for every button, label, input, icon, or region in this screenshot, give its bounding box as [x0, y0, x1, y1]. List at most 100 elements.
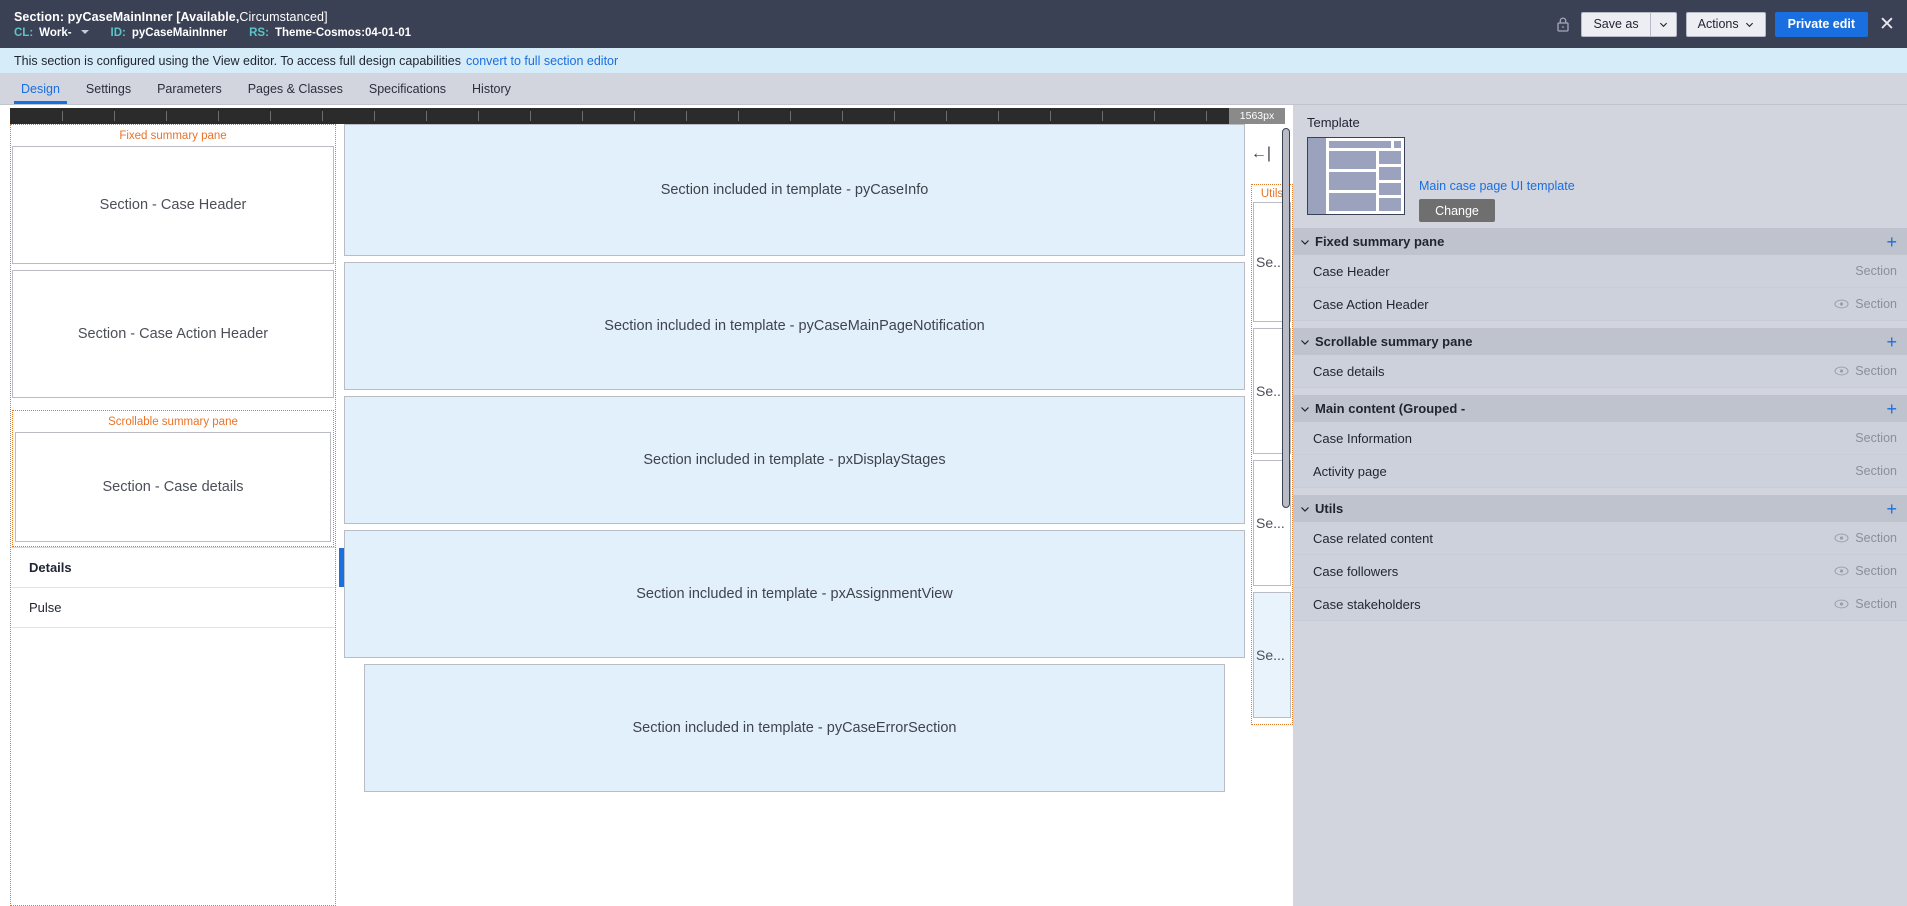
- meta-label-cl: CL:: [14, 27, 33, 39]
- item-meta: Section: [1855, 264, 1897, 278]
- close-icon[interactable]: ✕: [1877, 14, 1897, 34]
- group-main-content: Main content (Grouped - + Case Informati…: [1293, 395, 1907, 488]
- group-header-utils[interactable]: Utils +: [1293, 495, 1907, 522]
- save-as-button[interactable]: Save as: [1581, 12, 1649, 37]
- save-as-split-button[interactable]: Save as: [1581, 12, 1676, 37]
- thumbnail-top-row: [1329, 141, 1401, 148]
- section-rule-editor: Section: pyCaseMainInner [Available,Circ…: [0, 0, 1907, 906]
- eye-icon[interactable]: [1834, 599, 1849, 609]
- tab-design[interactable]: Design: [8, 73, 73, 104]
- item-label: Case details: [1313, 364, 1385, 379]
- scrollable-summary-pane-label: Scrollable summary pane: [13, 411, 333, 432]
- item-type: Section: [1855, 464, 1897, 478]
- canvas-viewport: Fixed summary pane Section - Case Header…: [10, 124, 1293, 906]
- actions-label: Actions: [1698, 17, 1739, 31]
- private-edit-button[interactable]: Private edit: [1775, 12, 1868, 37]
- lock-icon: [1554, 15, 1572, 33]
- eye-icon[interactable]: [1834, 366, 1849, 376]
- save-as-dropdown-button[interactable]: [1650, 12, 1677, 37]
- preview-tab-details[interactable]: Details: [11, 548, 335, 588]
- group-header-main-content[interactable]: Main content (Grouped - +: [1293, 395, 1907, 422]
- item-type: Section: [1855, 364, 1897, 378]
- template-section-title: Template: [1307, 115, 1893, 130]
- item-label: Activity page: [1313, 464, 1387, 479]
- eye-icon[interactable]: [1834, 299, 1849, 309]
- group-header-fixed-summary-pane[interactable]: Fixed summary pane +: [1293, 228, 1907, 255]
- template-section-pxdisplaystages[interactable]: Section included in template - pxDisplay…: [344, 396, 1245, 524]
- canvas-width-badge: 1563px: [1229, 108, 1285, 124]
- template-section-pxassignmentview[interactable]: Section included in template - pxAssignm…: [344, 530, 1245, 658]
- preview-tab-pulse[interactable]: Pulse: [11, 588, 335, 628]
- group-scrollable-summary-pane: Scrollable summary pane + Case details S…: [1293, 328, 1907, 388]
- template-section-pycaseinfo[interactable]: Section included in template - pyCaseInf…: [344, 124, 1245, 256]
- sidebar-item-case-action-header[interactable]: Case Action Header Section: [1293, 288, 1907, 321]
- item-meta: Section: [1834, 597, 1897, 611]
- group-label: Utils: [1315, 501, 1343, 516]
- chevron-down-icon: [1300, 237, 1310, 247]
- template-meta: Main case page UI template Change: [1419, 137, 1575, 222]
- tab-history[interactable]: History: [459, 73, 524, 104]
- chevron-down-icon: [1300, 404, 1310, 414]
- group-label: Main content (Grouped -: [1315, 401, 1465, 416]
- item-label: Case Header: [1313, 264, 1390, 279]
- item-type: Section: [1855, 264, 1897, 278]
- group-divider: [1293, 321, 1907, 328]
- add-to-group-icon[interactable]: +: [1886, 233, 1897, 251]
- item-meta: Section: [1834, 364, 1897, 378]
- group-divider: [1293, 488, 1907, 495]
- item-meta: Section: [1834, 297, 1897, 311]
- tab-specifications[interactable]: Specifications: [356, 73, 459, 104]
- header-actions: Save as Actions Private edit ✕: [1554, 0, 1897, 48]
- meta-value-cl[interactable]: Work-: [39, 27, 71, 39]
- meta-label-rs: RS:: [249, 27, 269, 39]
- tab-settings[interactable]: Settings: [73, 73, 144, 104]
- group-divider: [1293, 388, 1907, 395]
- item-meta: Section: [1855, 431, 1897, 445]
- template-thumbnail[interactable]: [1307, 137, 1405, 215]
- group-header-scrollable-summary-pane[interactable]: Scrollable summary pane +: [1293, 328, 1907, 355]
- eye-icon[interactable]: [1834, 533, 1849, 543]
- thumbnail-left-rail: [1308, 138, 1326, 214]
- preview-section-case-action-header[interactable]: Section - Case Action Header: [12, 270, 334, 398]
- convert-to-full-section-editor-link[interactable]: convert to full section editor: [466, 54, 618, 68]
- sidebar-item-case-followers[interactable]: Case followers Section: [1293, 555, 1907, 588]
- group-label: Fixed summary pane: [1315, 234, 1444, 249]
- sidebar-item-case-header[interactable]: Case Header Section: [1293, 255, 1907, 288]
- actions-button[interactable]: Actions: [1686, 12, 1766, 37]
- group-utils: Utils + Case related content Section Cas…: [1293, 495, 1907, 621]
- add-to-group-icon[interactable]: +: [1886, 400, 1897, 418]
- eye-icon[interactable]: [1834, 566, 1849, 576]
- collapse-panel-icon[interactable]: ←|: [1251, 146, 1271, 162]
- group-fixed-summary-pane: Fixed summary pane + Case Header Section…: [1293, 228, 1907, 321]
- item-meta: Section: [1834, 531, 1897, 545]
- item-meta: Section: [1834, 564, 1897, 578]
- template-name-link[interactable]: Main case page UI template: [1419, 179, 1575, 193]
- meta-value-rs: Theme-Cosmos:04-01-01: [275, 27, 411, 39]
- canvas-scrollbar-thumb[interactable]: [1282, 128, 1290, 508]
- tab-pages-and-classes[interactable]: Pages & Classes: [235, 73, 356, 104]
- tab-parameters[interactable]: Parameters: [144, 73, 235, 104]
- view-editor-notice: This section is configured using the Vie…: [0, 48, 1907, 73]
- item-type: Section: [1855, 564, 1897, 578]
- sidebar-item-case-stakeholders[interactable]: Case stakeholders Section: [1293, 588, 1907, 621]
- preview-section-case-details[interactable]: Section - Case details: [15, 432, 331, 542]
- scrollable-summary-pane-preview[interactable]: Scrollable summary pane Section - Case d…: [12, 410, 334, 547]
- template-section-pycasemainpagenotification[interactable]: Section included in template - pyCaseMai…: [344, 262, 1245, 390]
- sidebar-item-case-related-content[interactable]: Case related content Section: [1293, 522, 1907, 555]
- template-section-pycaseerrorsection[interactable]: Section included in template - pyCaseErr…: [364, 664, 1225, 792]
- change-template-button[interactable]: Change: [1419, 199, 1495, 222]
- meta-value-id: pyCaseMainInner: [132, 27, 227, 39]
- item-label: Case stakeholders: [1313, 597, 1421, 612]
- chevron-down-icon[interactable]: [81, 30, 89, 34]
- sidebar-item-case-information[interactable]: Case Information Section: [1293, 422, 1907, 455]
- canvas-scrollbar[interactable]: [1282, 128, 1290, 904]
- add-to-group-icon[interactable]: +: [1886, 333, 1897, 351]
- add-to-group-icon[interactable]: +: [1886, 500, 1897, 518]
- sidebar-item-case-details[interactable]: Case details Section: [1293, 355, 1907, 388]
- window-header: Section: pyCaseMainInner [Available,Circ…: [0, 0, 1907, 48]
- fixed-summary-pane-preview[interactable]: Fixed summary pane Section - Case Header…: [10, 124, 336, 906]
- chevron-down-icon: [1300, 504, 1310, 514]
- preview-section-case-header[interactable]: Section - Case Header: [12, 146, 334, 264]
- sidebar-item-activity-page[interactable]: Activity page Section: [1293, 455, 1907, 488]
- item-type: Section: [1855, 431, 1897, 445]
